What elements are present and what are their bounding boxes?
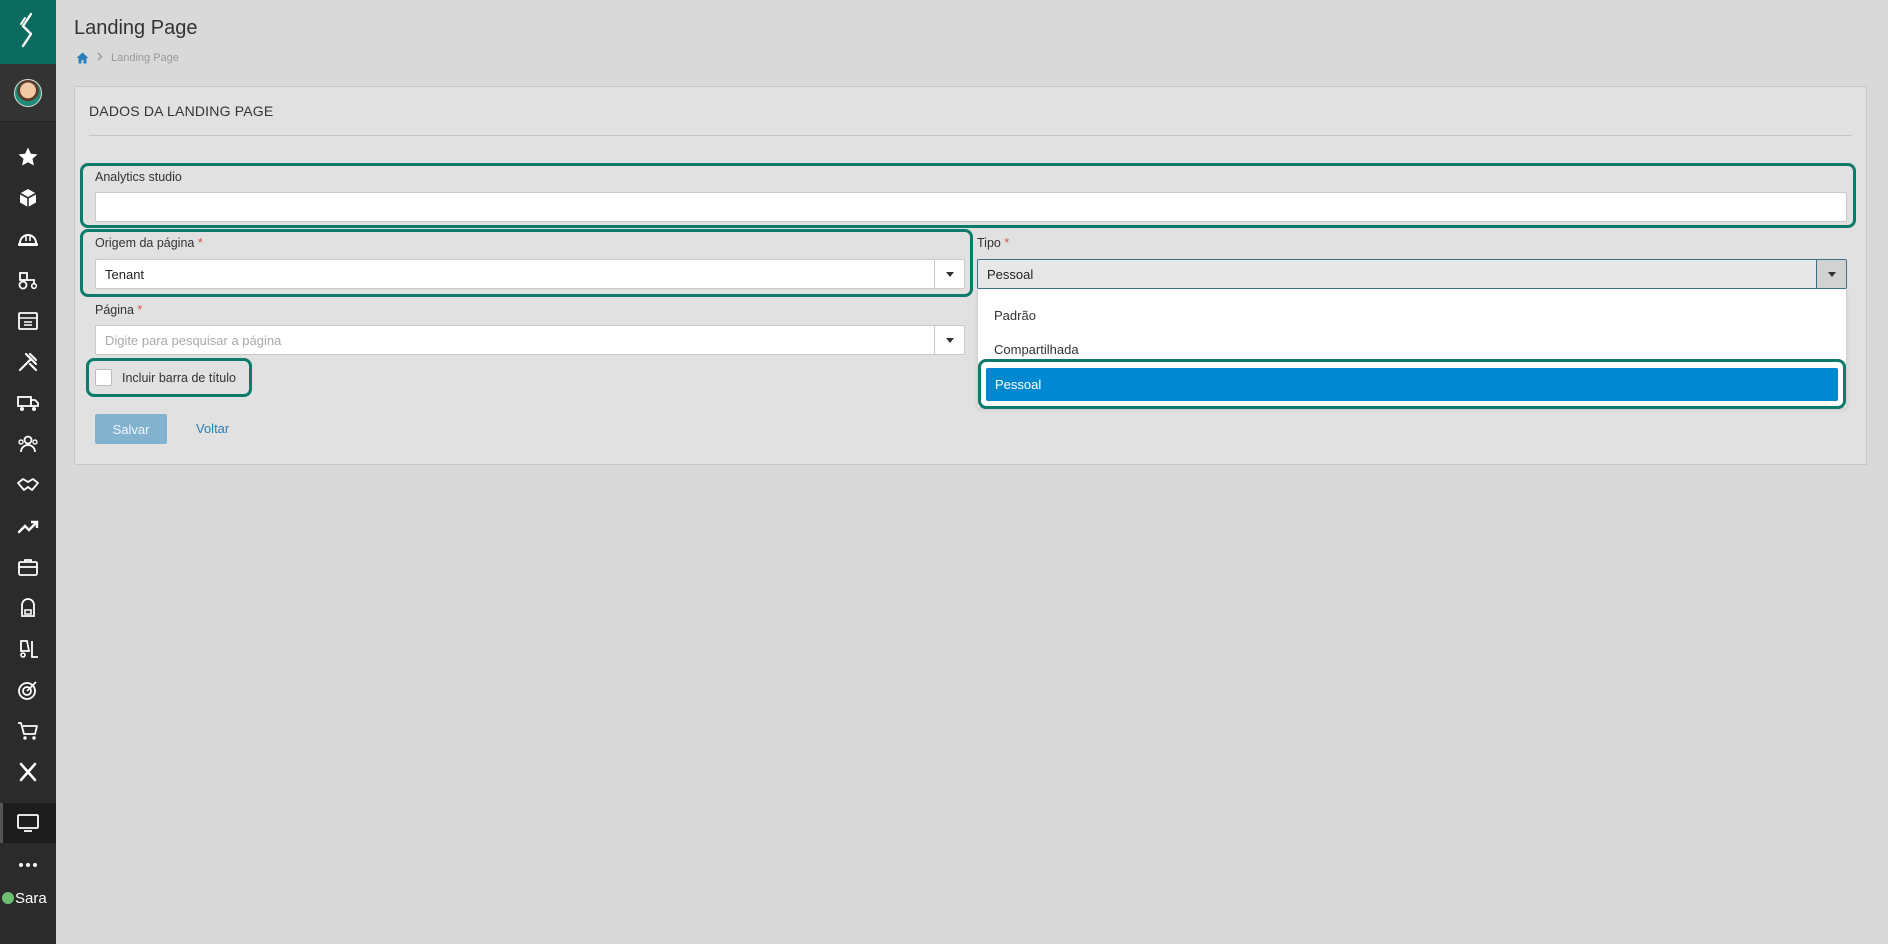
chevron-down-icon[interactable] xyxy=(934,326,964,354)
backpack-icon xyxy=(21,598,35,617)
close-x-icon xyxy=(19,762,37,782)
tipo-option-compartilhada[interactable]: Compartilhada xyxy=(994,342,1079,357)
sidebar-item-purchases[interactable] xyxy=(0,711,56,751)
pagina-label-text: Página xyxy=(95,303,134,317)
truck-icon xyxy=(17,396,39,411)
sidebar-item-storage[interactable] xyxy=(0,301,56,341)
sidebar-item-logistics[interactable] xyxy=(0,383,56,423)
home-icon[interactable] xyxy=(76,52,89,64)
cart-icon xyxy=(18,722,38,740)
sara-label: Sara xyxy=(15,889,47,907)
archive-icon xyxy=(18,312,38,330)
user-avatar-area[interactable] xyxy=(0,64,56,122)
sidebar-item-favorites[interactable] xyxy=(0,137,56,177)
assistant-sara[interactable]: Sara xyxy=(2,888,54,908)
target-icon xyxy=(18,681,37,700)
sidebar-item-business[interactable] xyxy=(0,547,56,587)
pagina-label: Página * xyxy=(95,303,142,317)
forklift-icon xyxy=(20,640,38,658)
monitor-icon xyxy=(17,814,39,832)
page-title: Landing Page xyxy=(74,17,198,39)
sidebar-item-maintenance[interactable] xyxy=(0,342,56,382)
panel-divider xyxy=(89,135,1852,136)
helmet-icon xyxy=(18,234,38,246)
logo-icon xyxy=(20,12,33,48)
tractor-icon xyxy=(18,272,38,290)
briefcase-icon xyxy=(18,559,38,576)
sidebar-item-partners[interactable] xyxy=(0,465,56,505)
pagina-search-select[interactable]: Digite para pesquisar a página xyxy=(95,325,965,355)
sidebar-item-agro[interactable] xyxy=(0,260,56,300)
panel-title: DADOS DA LANDING PAGE xyxy=(89,103,274,119)
required-mark: * xyxy=(137,303,143,317)
sidebar-item-warehouse[interactable] xyxy=(0,629,56,669)
highlight-option-pessoal xyxy=(978,359,1846,409)
trend-up-icon xyxy=(17,520,39,534)
chevron-down-icon[interactable] xyxy=(1816,260,1846,288)
sidebar-item-analytics[interactable] xyxy=(0,506,56,546)
star-icon xyxy=(18,147,38,166)
tipo-value: Pessoal xyxy=(987,266,1034,282)
tipo-label: Tipo * xyxy=(977,236,1009,250)
sidebar-item-landing-page[interactable] xyxy=(0,803,56,843)
sidebar-item-more[interactable] xyxy=(0,845,56,885)
highlight-incluir-barra xyxy=(86,358,252,397)
handshake-icon xyxy=(17,478,39,491)
breadcrumb-current: Landing Page xyxy=(111,52,179,64)
chevron-right-icon xyxy=(97,52,103,64)
avatar[interactable] xyxy=(14,78,42,107)
team-icon xyxy=(18,435,38,453)
pagina-placeholder: Digite para pesquisar a página xyxy=(105,332,282,348)
sidebar-item-safety[interactable] xyxy=(0,219,56,259)
cube-icon xyxy=(19,189,37,207)
tipo-select[interactable]: Pessoal xyxy=(977,259,1847,289)
more-icon xyxy=(19,863,37,867)
save-button[interactable]: Salvar xyxy=(95,414,167,444)
required-mark: * xyxy=(1004,236,1010,250)
sidebar: Sara xyxy=(0,0,56,944)
sidebar-item-x[interactable] xyxy=(0,752,56,792)
sidebar-item-equipment[interactable] xyxy=(0,588,56,628)
app-logo[interactable] xyxy=(0,0,56,64)
back-link[interactable]: Voltar xyxy=(196,421,229,436)
breadcrumb: Landing Page xyxy=(76,52,179,64)
highlight-analytics-studio xyxy=(80,163,1856,228)
sidebar-item-people[interactable] xyxy=(0,424,56,464)
sidebar-item-modules[interactable] xyxy=(0,178,56,218)
highlight-origem xyxy=(80,229,973,297)
tipo-label-text: Tipo xyxy=(977,236,1001,250)
sidebar-item-goals[interactable] xyxy=(0,670,56,710)
tipo-option-padrao[interactable]: Padrão xyxy=(994,308,1036,323)
tools-icon xyxy=(18,352,38,372)
sara-icon xyxy=(2,892,14,904)
